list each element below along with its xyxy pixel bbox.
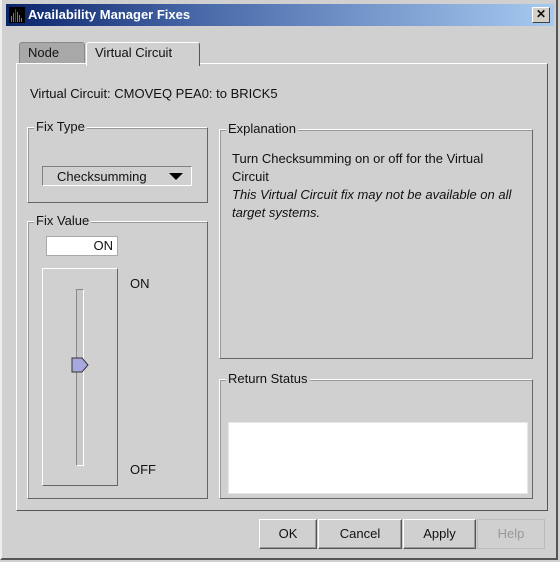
chevron-down-icon	[169, 173, 183, 180]
explanation-text: Turn Checksumming on or off for the Virt…	[232, 150, 522, 222]
fix-value-slider-track[interactable]	[76, 289, 84, 466]
return-status-legend: Return Status	[226, 371, 310, 386]
tab-node[interactable]: Node	[19, 42, 85, 64]
fix-type-selected: Checksumming	[57, 169, 147, 184]
apply-button[interactable]: Apply	[403, 519, 476, 549]
cancel-button[interactable]: Cancel	[318, 519, 402, 549]
virtual-circuit-label: Virtual Circuit: CMOVEQ PEA0: to BRICK5	[30, 86, 278, 101]
fix-value-field[interactable]: ON	[46, 236, 118, 256]
window-title: Availability Manager Fixes	[28, 7, 191, 22]
close-button[interactable]: ✕	[532, 7, 550, 23]
fix-type-group: Fix Type Checksumming	[27, 119, 208, 203]
close-icon: ✕	[535, 7, 547, 21]
explanation-main: Turn Checksumming on or off for the Virt…	[232, 151, 484, 184]
fix-type-dropdown[interactable]: Checksumming	[42, 166, 192, 186]
app-bar-chart-icon	[9, 7, 25, 23]
explanation-group: Explanation Turn Checksumming on or off …	[219, 121, 533, 359]
slider-thumb[interactable]	[70, 355, 90, 375]
dialog-window: Availability Manager Fixes ✕ Node Virtua…	[0, 0, 558, 560]
slider-off-label: OFF	[130, 462, 156, 477]
explanation-legend: Explanation	[226, 121, 298, 136]
fix-type-legend: Fix Type	[34, 119, 87, 134]
tab-virtual-circuit[interactable]: Virtual Circuit	[86, 42, 200, 66]
explanation-note: This Virtual Circuit fix may not be avai…	[232, 187, 512, 220]
help-button[interactable]: Help	[477, 519, 545, 549]
fix-value-legend: Fix Value	[34, 213, 92, 228]
fix-value-group: Fix Value ON ON OFF	[27, 213, 208, 499]
return-status-output	[228, 422, 528, 494]
ok-button[interactable]: OK	[259, 519, 317, 549]
fix-value-slider-box	[42, 268, 118, 486]
title-bar[interactable]: Availability Manager Fixes ✕	[6, 4, 554, 26]
slider-on-label: ON	[130, 276, 150, 291]
return-status-group: Return Status	[219, 371, 533, 499]
